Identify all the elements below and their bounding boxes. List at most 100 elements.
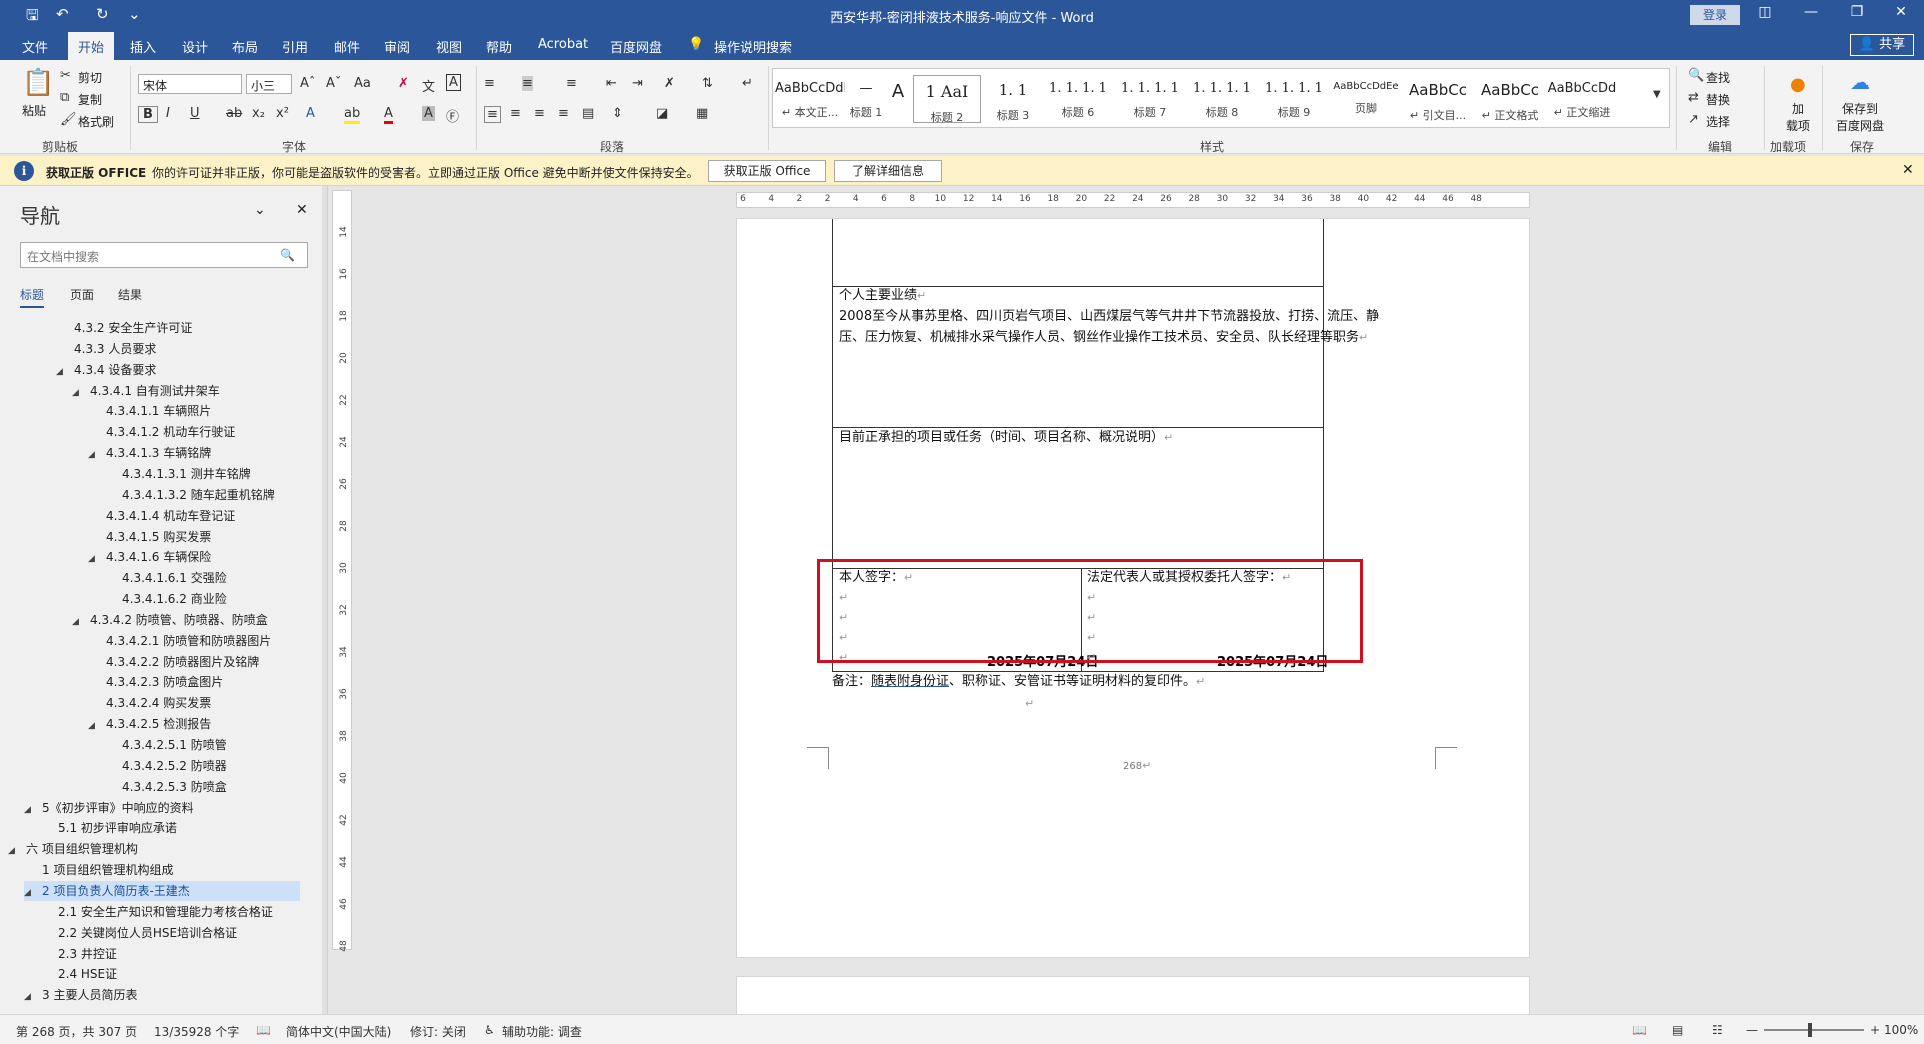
expand-collapse-icon[interactable]: ◢ (56, 362, 68, 382)
nav-heading-item[interactable]: ◢ 4.3.4 设备要求 (56, 360, 156, 380)
expand-collapse-icon[interactable]: ◢ (72, 612, 84, 632)
print-layout-icon[interactable]: ▤ (1672, 1023, 1683, 1037)
login-button[interactable]: 登录 (1690, 5, 1740, 25)
nav-heading-item[interactable]: ◢ 4.3.4.2.5 检测报告 (88, 714, 211, 734)
remark-link[interactable]: 随表附身份证 (871, 674, 949, 689)
font-size-select[interactable]: 小三 (246, 74, 292, 94)
tab-review[interactable]: 审阅 (384, 37, 410, 56)
borders-icon[interactable]: ▦ (696, 106, 708, 121)
superscript-icon[interactable]: x² (276, 106, 289, 121)
save-to-baidu-button[interactable]: 保存到 百度网盘 (1836, 100, 1884, 134)
nav-heading-item[interactable]: 4.3.3 人员要求 (56, 339, 156, 359)
page-count[interactable]: 第 268 页，共 307 页 (16, 1023, 137, 1040)
style-body-format[interactable]: AaBbCc ↵ 正文格式 (1475, 75, 1545, 123)
nav-heading-item[interactable]: ◢ 2 项目负责人简历表-王建杰 (24, 880, 300, 903)
style-heading-2[interactable]: 1 AaI 标题 2 (913, 75, 981, 124)
nav-heading-item[interactable]: 1 项目组织管理机构组成 (24, 860, 173, 880)
nav-scrollbar[interactable] (322, 186, 327, 1014)
increase-indent-icon[interactable]: ⇥ (632, 76, 643, 91)
find-button[interactable]: 查找 (1706, 69, 1730, 86)
underline-icon[interactable]: U (190, 106, 200, 121)
select-icon[interactable]: ↗ (1688, 112, 1699, 127)
nav-heading-item[interactable]: 4.3.4.1.2 机动车行驶证 (88, 422, 235, 442)
line-spacing-icon[interactable]: ⇕ (612, 106, 623, 121)
nav-search-input[interactable]: 在文档中搜索 (20, 242, 308, 268)
text-effects-icon[interactable]: A (306, 106, 315, 121)
zoom-out-icon[interactable]: — (1746, 1023, 1758, 1037)
nav-heading-item[interactable]: 4.3.4.2.1 防喷管和防喷器图片 (88, 631, 271, 651)
style-heading-8[interactable]: 1. 1. 1. 1 标题 8 (1187, 75, 1257, 123)
nav-heading-item[interactable]: 4.3.4.2.3 防喷盒图片 (88, 672, 223, 692)
nav-heading-item[interactable]: ◢ 3 主要人员简历表 (24, 985, 137, 1005)
paste-icon[interactable]: 📋 (22, 68, 54, 98)
nav-heading-item[interactable]: ◢ 4.3.4.1 自有测试井架车 (72, 381, 220, 401)
highlight-icon[interactable]: ab (344, 106, 361, 124)
zoom-slider-thumb[interactable] (1808, 1023, 1812, 1037)
nav-heading-item[interactable]: ◢ 4.3.4.2 防喷管、防喷器、防喷盒 (72, 610, 268, 630)
style-heading-6[interactable]: 1. 1. 1. 1 标题 6 (1043, 75, 1113, 123)
font-name-select[interactable]: 宋体 (138, 74, 242, 94)
proofing-icon[interactable]: 📖 (256, 1023, 271, 1037)
tab-help[interactable]: 帮助 (486, 37, 512, 56)
zoom-level[interactable]: 100% (1884, 1023, 1918, 1037)
distributed-icon[interactable]: ▤ (582, 106, 594, 121)
phonetic-guide-icon[interactable]: 文 (422, 76, 435, 95)
expand-collapse-icon[interactable]: ◢ (24, 883, 36, 903)
nav-heading-item[interactable]: 4.3.4.1.6.2 商业险 (104, 589, 227, 609)
nav-heading-item[interactable]: 4.3.4.1.5 购买发票 (88, 527, 211, 547)
character-border-icon[interactable]: A (446, 74, 461, 91)
expand-collapse-icon[interactable]: ◢ (8, 841, 20, 861)
table-cell-current-projects[interactable] (832, 427, 1324, 569)
select-button[interactable]: 选择 (1706, 113, 1730, 130)
tab-pages[interactable]: 页面 (70, 286, 94, 303)
tab-home[interactable]: 开始 (68, 32, 115, 60)
read-mode-icon[interactable]: 📖 (1632, 1023, 1647, 1037)
nav-heading-item[interactable]: 4.3.4.2.2 防喷器图片及铭牌 (88, 652, 259, 672)
nav-heading-item[interactable]: 4.3.4.1.1 车辆照片 (88, 401, 211, 421)
table-cell-top[interactable] (832, 219, 1324, 287)
nav-heading-item[interactable]: ◢ 5《初步评审》中响应的资料 (24, 798, 194, 818)
nav-heading-item[interactable]: 5.1 初步评审响应承诺 (40, 818, 177, 838)
character-shading-icon[interactable]: A (422, 106, 435, 121)
nav-heading-item[interactable]: ◢ 六 项目组织管理机构 (8, 839, 138, 859)
format-painter-icon[interactable]: 🖌 (60, 112, 77, 127)
find-icon[interactable]: 🔍 (1688, 68, 1704, 83)
subscript-icon[interactable]: x₂ (252, 106, 265, 121)
document-page[interactable]: 个人主要业绩↵ 2008至今从事苏里格、四川页岩气项目、山西煤层气等气井井下节流… (736, 218, 1530, 958)
copy-button[interactable]: 复制 (78, 91, 102, 108)
tab-results[interactable]: 结果 (118, 286, 142, 303)
nav-heading-item[interactable]: 4.3.4.1.6.1 交强险 (104, 568, 227, 588)
change-case-icon[interactable]: Aa (354, 76, 371, 91)
nav-heading-item[interactable]: 4.3.4.2.5.3 防喷盒 (104, 777, 227, 797)
style-toc[interactable]: AaBbCc ↵ 引文目... (1403, 75, 1473, 123)
align-right-icon[interactable]: ≡ (534, 106, 545, 121)
restore-icon[interactable]: ❐ (1842, 4, 1872, 20)
clear-formatting-icon[interactable]: ✗ (398, 76, 409, 91)
replace-button[interactable]: 替换 (1706, 91, 1730, 108)
bullets-icon[interactable]: ≡ (484, 76, 495, 91)
accessibility-icon[interactable]: ♿ (484, 1023, 495, 1037)
expand-collapse-icon[interactable]: ◢ (72, 383, 84, 403)
copy-icon[interactable]: ⧉ (60, 90, 69, 105)
expand-collapse-icon[interactable]: ◢ (88, 549, 100, 569)
tab-acrobat[interactable]: Acrobat (538, 37, 588, 52)
tell-me-search[interactable]: 操作说明搜索 (714, 37, 792, 56)
close-nav-icon[interactable]: ✕ (296, 202, 308, 218)
minimize-icon[interactable]: — (1796, 4, 1826, 20)
italic-icon[interactable]: I (166, 106, 170, 121)
accessibility-status[interactable]: 辅助功能: 调查 (502, 1023, 582, 1040)
nav-heading-item[interactable]: 2.2 关键岗位人员HSE培训合格证 (40, 923, 237, 943)
multilevel-list-icon[interactable]: ≡ (566, 76, 577, 91)
zoom-in-icon[interactable]: + (1870, 1023, 1880, 1037)
nav-heading-item[interactable]: 2.1 安全生产知识和管理能力考核合格证 (40, 902, 273, 922)
replace-icon[interactable]: ⇄ (1688, 90, 1699, 105)
nav-heading-item[interactable]: 4.3.4.1.4 机动车登记证 (88, 506, 235, 526)
expand-collapse-icon[interactable]: ◢ (24, 987, 36, 1007)
nav-heading-item[interactable]: 4.3.4.2.5.2 防喷器 (104, 756, 227, 776)
language-status[interactable]: 简体中文(中国大陆) (286, 1023, 391, 1040)
get-genuine-office-button[interactable]: 获取正版 Office (708, 160, 826, 182)
nav-heading-item[interactable]: 4.3.4.1.3.1 测井车铭牌 (104, 464, 251, 484)
tab-design[interactable]: 设计 (182, 37, 208, 56)
zoom-slider[interactable] (1764, 1029, 1864, 1031)
nav-heading-item[interactable]: 4.3.4.2.5.1 防喷管 (104, 735, 227, 755)
